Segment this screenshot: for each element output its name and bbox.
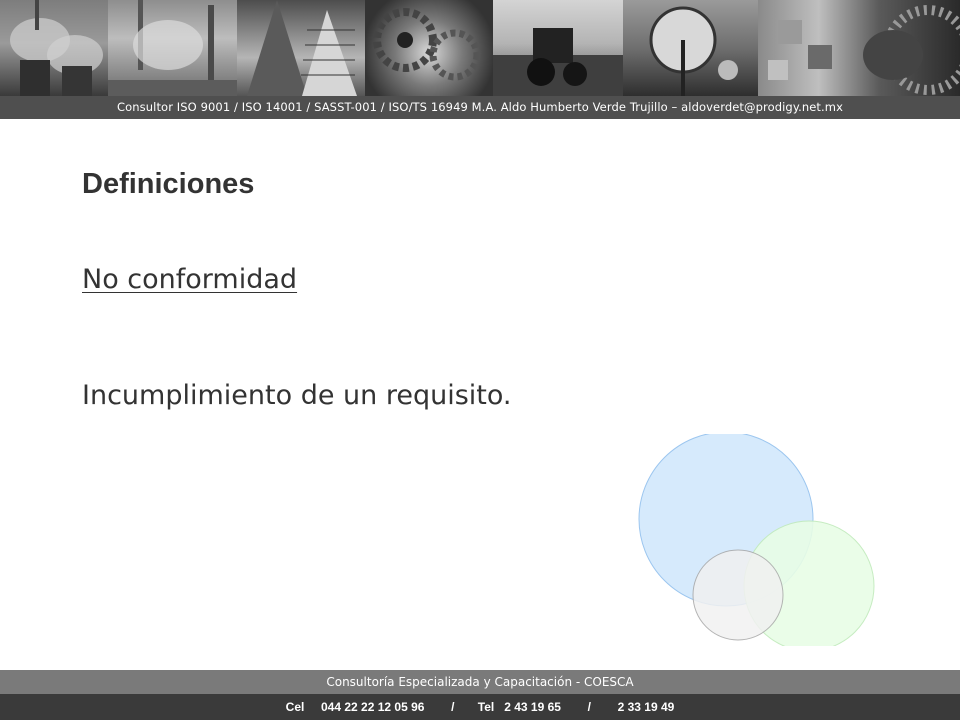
photo-welder-spiral <box>758 0 960 96</box>
photo-industrial-smoke <box>108 0 237 96</box>
term-heading: No conformidad <box>82 264 298 295</box>
footer-company: Consultoría Especializada y Capacitación… <box>0 670 960 694</box>
header-banner: Consultor ISO 9001 / ISO 14001 / SASST-0… <box>0 96 960 119</box>
photo-tractor <box>493 0 623 96</box>
page-title: Definiciones <box>82 168 255 200</box>
term-definition: Incumplimiento de un requisito. <box>82 380 512 411</box>
circle-gray <box>692 549 784 641</box>
photo-satellite-dish <box>623 0 758 96</box>
decorative-circles <box>638 434 875 646</box>
photo-cooling-towers <box>0 0 108 96</box>
footer-contact: Cel 044 22 22 12 05 96 / Tel 2 43 19 65 … <box>0 694 960 720</box>
photo-gears <box>365 0 493 96</box>
photo-skyscrapers <box>237 0 365 96</box>
header-photo-strip <box>0 0 960 96</box>
